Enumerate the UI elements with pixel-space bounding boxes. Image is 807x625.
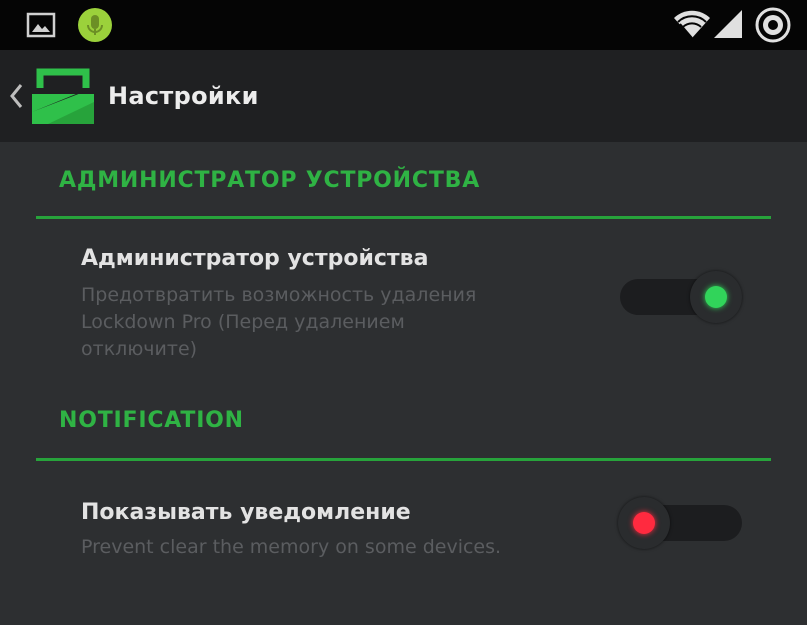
toggle-knob[interactable] — [618, 497, 670, 549]
pref-title: Администратор устройства — [81, 246, 429, 271]
pref-title: Показывать уведомление — [81, 500, 411, 525]
section-header-device-admin: АДМИНИСТРАТОР УСТРОЙСТВА — [59, 168, 481, 193]
page-title: Настройки — [108, 82, 259, 110]
image-notification-icon — [26, 12, 56, 38]
signal-icon — [714, 10, 742, 38]
toggle-on-indicator — [705, 286, 727, 308]
lockdown-logo-icon[interactable] — [30, 64, 96, 126]
toggle-knob[interactable] — [690, 271, 742, 323]
pref-summary-line: Предотвратить возможность удаления — [81, 284, 477, 306]
pref-summary-line: Lockdown Pro (Перед удалением — [81, 311, 405, 333]
back-chevron-icon[interactable] — [9, 83, 23, 109]
toggle-off-indicator — [633, 512, 655, 534]
pref-summary-line: отключите) — [81, 338, 198, 360]
section-divider — [36, 458, 771, 461]
section-header-notification: NOTIFICATION — [59, 408, 244, 433]
action-bar: Настройки — [0, 50, 807, 142]
battery-icon — [755, 7, 791, 43]
status-bar — [0, 0, 807, 50]
section-divider — [36, 216, 771, 219]
wifi-icon — [674, 10, 710, 39]
android-notification-icon — [78, 8, 112, 42]
pref-summary-line: Prevent clear the memory on some devices… — [81, 536, 502, 558]
